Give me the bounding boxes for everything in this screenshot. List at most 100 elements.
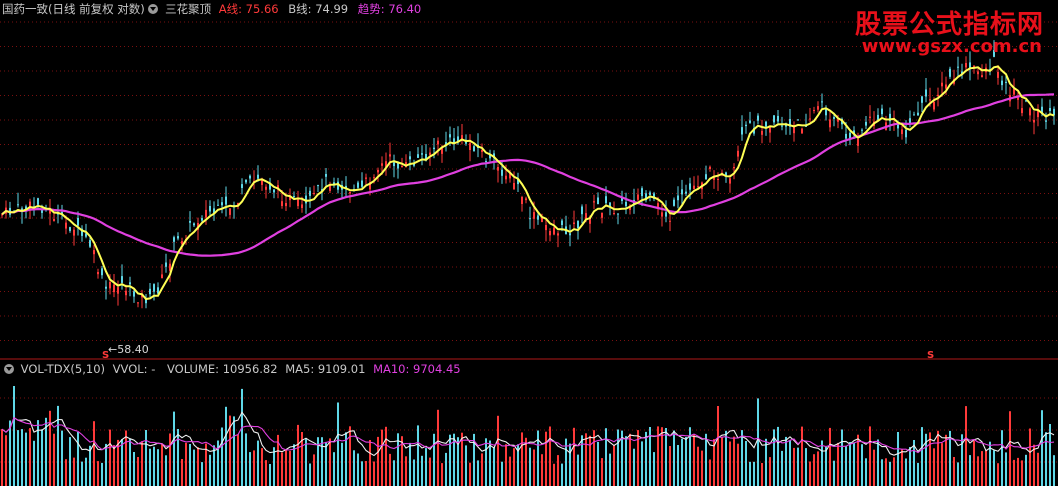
candle-body (485, 161, 487, 163)
volume-bar (273, 447, 275, 486)
volume-bar (769, 457, 771, 486)
volume-bar (889, 461, 891, 486)
indicator-name[interactable]: 三花聚顶 (165, 2, 211, 16)
candle-body (77, 217, 79, 226)
volume-bar (425, 448, 427, 486)
volume-bar (17, 430, 19, 486)
candle-body (221, 202, 223, 206)
volume-bar (157, 449, 159, 486)
volume-bar (433, 433, 435, 486)
candle-body (109, 282, 111, 289)
volume-bar (697, 446, 699, 486)
candle-body (373, 177, 375, 179)
candle-body (689, 183, 691, 190)
candle-body (429, 152, 431, 155)
volume-bar (149, 448, 151, 486)
volume-bar (105, 443, 107, 486)
candle-body (957, 66, 959, 68)
volume-bar (581, 435, 583, 486)
volume-bar (861, 444, 863, 486)
volume-bar (449, 434, 451, 486)
volume-bar (101, 462, 103, 486)
a-line-label: A线: (218, 2, 243, 16)
volume-bar (1041, 410, 1043, 486)
volume-bar (329, 438, 331, 486)
candle-body (921, 96, 923, 103)
volume-bar (421, 455, 423, 486)
volume-bar (245, 433, 247, 486)
candle-body (581, 206, 583, 215)
volume-bar (841, 429, 843, 486)
volume-bar (593, 430, 595, 486)
volume-bar (893, 457, 895, 486)
candle-body (777, 115, 779, 122)
chart-canvas[interactable]: ←58.40 S S (0, 0, 1058, 486)
candle-body (241, 184, 243, 188)
volume-bar (533, 449, 535, 486)
volume-bar (173, 411, 175, 486)
volume-bar (993, 450, 995, 486)
volume-indicator-name[interactable]: VOL-TDX(5,10) (21, 362, 105, 376)
volume-bar (493, 447, 495, 486)
volume-bar (821, 440, 823, 486)
volume-bar (365, 461, 367, 486)
candle-body (709, 166, 711, 169)
candle-body (641, 188, 643, 197)
volume-bar (921, 427, 923, 486)
volume-bar (625, 436, 627, 486)
candle-body (357, 182, 359, 188)
volume-bar (237, 434, 239, 486)
low-price-label: ←58.40 (108, 343, 149, 356)
volume-bar (137, 457, 139, 486)
candle-body (869, 116, 871, 118)
candle-body (285, 203, 287, 207)
candle-body (1001, 80, 1003, 86)
volume-bar (833, 460, 835, 486)
volume-bar (21, 429, 23, 486)
volume-bar (813, 454, 815, 486)
candle-body (769, 126, 771, 133)
candle-body (941, 82, 943, 87)
signal-marker: S (927, 350, 934, 361)
candle-body (89, 240, 91, 247)
candle-body (525, 198, 527, 201)
volume-bar (369, 440, 371, 486)
volume-bar (901, 449, 903, 486)
candle-body (349, 191, 351, 194)
volume-bar (629, 433, 631, 486)
candle-body (225, 196, 227, 205)
volume-bar (373, 461, 375, 486)
volume-bar (529, 447, 531, 486)
signal-marker: S (102, 350, 109, 361)
candle-body (825, 109, 827, 116)
candle-body (705, 174, 707, 180)
ma5-label: MA5: (285, 362, 315, 376)
candle-body (513, 183, 515, 190)
volume-bar (285, 449, 287, 486)
volume-bar (109, 429, 111, 486)
volume-bar (497, 415, 499, 486)
volume-bar (309, 463, 311, 486)
volume-bar (417, 425, 419, 486)
candle-body (545, 225, 547, 231)
dropdown-icon[interactable] (148, 4, 159, 14)
candle-body (265, 186, 267, 190)
candle-body (281, 201, 283, 206)
volume-bar (485, 438, 487, 486)
volume-bar (753, 461, 755, 486)
candle-body (865, 121, 867, 126)
candle-body (965, 63, 967, 68)
volume-bar (161, 443, 163, 486)
candle-body (381, 163, 383, 166)
candle-body (153, 284, 155, 292)
candle-body (229, 208, 231, 215)
dropdown-icon[interactable] (4, 364, 14, 374)
volume-bar (865, 458, 867, 486)
volume-bar (501, 461, 503, 486)
candle-body (193, 223, 195, 226)
candle-body (665, 212, 667, 217)
candle-body (521, 197, 523, 204)
volume-bar (413, 459, 415, 486)
volume-bar (1025, 454, 1027, 486)
chart-window: ←58.40 S S 国药一致(日线 前复权 对数) 三花聚顶 A线: 75.6… (0, 0, 1058, 486)
